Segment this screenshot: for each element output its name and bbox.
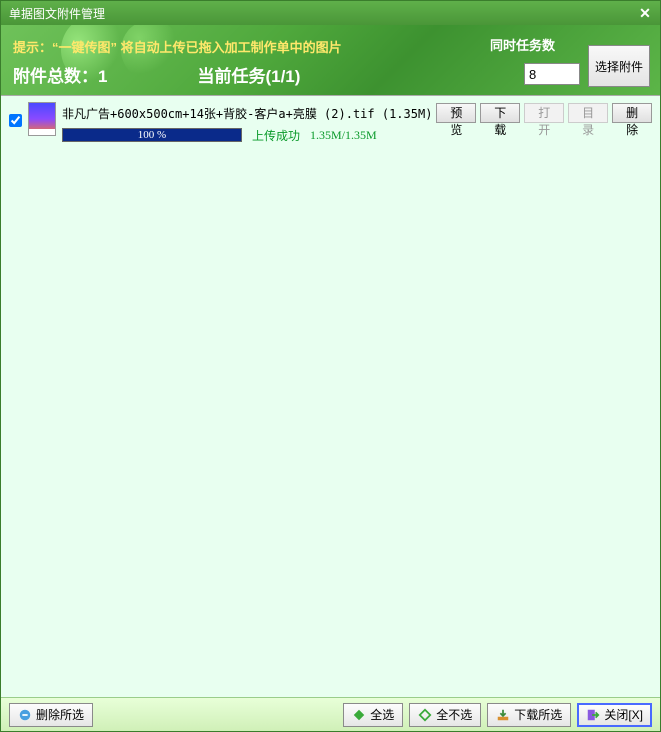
current-task: 当前任务(1/1): [197, 62, 300, 87]
size-label: 1.35M/1.35M: [310, 128, 377, 143]
delete-icon: [18, 708, 32, 722]
select-attachment-button[interactable]: 选择附件: [588, 45, 650, 87]
footer-toolbar: 删除所选 全选 全不选 下载所选 关闭[X]: [1, 697, 660, 731]
delete-selected-button[interactable]: 删除所选: [9, 703, 93, 727]
filename-label: 非凡广告+600x500cm+14张+背胶-客户a+亮膜 (2).tif (1.…: [62, 105, 432, 122]
folder-button: 目录: [568, 103, 608, 123]
progress-text: 100 %: [63, 129, 241, 141]
delete-button[interactable]: 删除: [612, 103, 652, 123]
preview-button[interactable]: 预览: [436, 103, 476, 123]
status-label: 上传成功: [252, 127, 300, 144]
close-icon[interactable]: ✕: [634, 4, 656, 22]
thumbnail-icon: [28, 102, 56, 136]
attachment-count: 附件总数：1: [13, 62, 107, 87]
header-panel: 同时任务数 选择附件 提示：“一键传图” 将自动上传已拖入加工制作单中的图片 附…: [1, 25, 660, 95]
attachment-item: 非凡广告+600x500cm+14张+背胶-客户a+亮膜 (2).tif (1.…: [1, 96, 660, 150]
close-button[interactable]: 关闭[X]: [577, 703, 652, 727]
download-button[interactable]: 下载: [480, 103, 520, 123]
exit-icon: [586, 708, 600, 722]
download-icon: [496, 708, 510, 722]
download-selected-button[interactable]: 下载所选: [487, 703, 571, 727]
attachment-manager-window: 单据图文附件管理 ✕ 同时任务数 选择附件 提示：“一键传图” 将自动上传已拖入…: [0, 0, 661, 732]
select-none-button[interactable]: 全不选: [409, 703, 481, 727]
diamond-icon: [418, 708, 432, 722]
open-button: 打开: [524, 103, 564, 123]
concurrent-tasks-input[interactable]: [524, 63, 580, 85]
select-all-button[interactable]: 全选: [343, 703, 403, 727]
check-icon: [352, 708, 366, 722]
window-title: 单据图文附件管理: [5, 5, 634, 22]
tip-text: 提示：“一键传图” 将自动上传已拖入加工制作单中的图片: [13, 37, 342, 56]
progress-bar: 100 %: [62, 128, 242, 142]
attachment-list: 非凡广告+600x500cm+14张+背胶-客户a+亮膜 (2).tif (1.…: [1, 95, 660, 697]
item-checkbox[interactable]: [9, 114, 22, 127]
titlebar: 单据图文附件管理 ✕: [1, 1, 660, 25]
concurrent-label: 同时任务数: [490, 35, 555, 54]
